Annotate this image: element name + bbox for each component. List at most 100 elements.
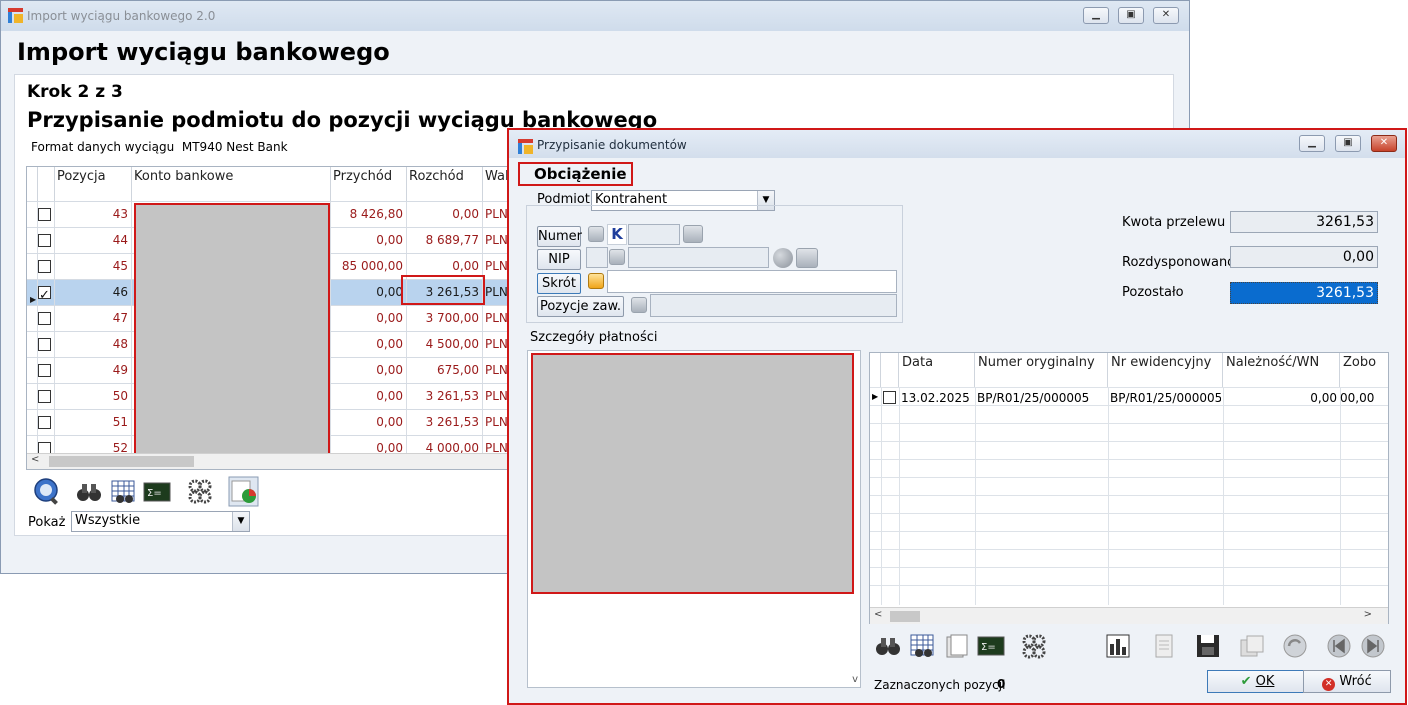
ok-button[interactable]: ✔ OK <box>1207 670 1308 693</box>
scroll-left-icon[interactable]: < <box>874 609 882 620</box>
row-checkbox[interactable] <box>38 234 51 247</box>
row-checkbox-cell <box>38 410 55 435</box>
scroll-down-icon[interactable]: v <box>852 674 858 685</box>
col-header-data[interactable]: Data <box>899 353 975 387</box>
row-checkbox[interactable] <box>38 416 51 429</box>
sum-icon[interactable]: Σ= <box>143 478 171 506</box>
col-header-waluta[interactable]: Wal <box>483 167 509 201</box>
binoculars-icon[interactable] <box>75 478 103 506</box>
col-header-przychod[interactable]: Przychód <box>331 167 407 201</box>
close-button[interactable]: ✕ <box>1153 7 1179 24</box>
highlight-amount-box <box>401 275 485 305</box>
minimize-button[interactable]: ▁ <box>1083 7 1109 24</box>
maximize-button[interactable]: ▣ <box>1118 7 1144 24</box>
first-record-icon[interactable] <box>1325 632 1353 660</box>
gears-icon[interactable] <box>1020 632 1048 660</box>
page-title: Import wyciągu bankowego <box>17 38 390 66</box>
row-checkbox[interactable] <box>38 260 51 273</box>
pozostalo-value: 3261,53 <box>1230 282 1378 304</box>
globe-icon[interactable] <box>773 248 793 268</box>
row-checkbox[interactable] <box>38 364 51 377</box>
col-header-pozycja[interactable]: Pozycja <box>55 167 132 201</box>
col-header-konto[interactable]: Konto bankowe <box>132 167 331 201</box>
show-filter-select[interactable]: Wszystkie ▼ <box>71 511 250 532</box>
documents-horizontal-scrollbar[interactable]: < > <box>870 607 1388 624</box>
redacted-account-column <box>134 203 330 455</box>
document-disabled-icon[interactable] <box>1150 632 1178 660</box>
nip-field[interactable] <box>628 247 769 268</box>
cell-cur: PLN <box>483 358 509 383</box>
selected-count-value: 0 <box>997 677 1006 691</box>
row-checkbox[interactable] <box>38 283 51 308</box>
grid-binoculars-icon[interactable] <box>110 478 138 506</box>
back-button[interactable]: ✕ Wróć <box>1303 670 1391 693</box>
bar-chart-icon[interactable] <box>1104 632 1132 660</box>
skrot-field[interactable] <box>607 270 897 293</box>
cell-expense: 3 261,53 <box>407 384 483 409</box>
refresh-disabled-icon[interactable] <box>1281 632 1309 660</box>
grid-line <box>870 441 1388 442</box>
pozycje-field[interactable] <box>650 294 897 317</box>
search-record-icon[interactable] <box>33 477 61 505</box>
grid-line <box>870 531 1388 532</box>
col-header-naleznosc[interactable]: Należność/WN <box>1223 353 1340 387</box>
row-checkbox[interactable] <box>38 390 51 403</box>
kwota-value: 3261,53 <box>1230 211 1378 233</box>
numer-field[interactable] <box>628 224 680 245</box>
pozostalo-label: Pozostało <box>1122 285 1184 300</box>
grid-line <box>870 549 1388 550</box>
pozycje-zaw-button[interactable]: Pozycje zaw. <box>537 296 624 317</box>
nip-lookup-icon[interactable] <box>609 249 625 265</box>
last-record-icon[interactable] <box>1359 632 1387 660</box>
copy-disabled-icon[interactable] <box>1238 632 1266 660</box>
col-header-numer-oryginalny[interactable]: Numer oryginalny <box>975 353 1108 387</box>
row-checkbox[interactable] <box>38 208 51 221</box>
save-icon[interactable] <box>1194 632 1222 660</box>
cell-pos: 48 <box>55 332 132 357</box>
skrot-lookup-icon[interactable] <box>588 273 604 289</box>
nip-button[interactable]: NIP <box>537 249 581 270</box>
grid-check-header <box>38 167 55 201</box>
row-checkbox-cell <box>38 332 55 357</box>
cell-date: 13.02.2025 <box>901 391 970 405</box>
dialog-maximize-button[interactable]: ▣ <box>1335 135 1361 152</box>
grid-horizontal-scrollbar[interactable]: < <box>27 453 509 469</box>
check-vat-icon[interactable] <box>796 248 818 268</box>
scroll-thumb[interactable] <box>49 456 194 467</box>
scroll-thumb[interactable] <box>890 611 920 622</box>
row-checkbox[interactable] <box>38 312 51 325</box>
cell-wn: 0,00 <box>1310 391 1337 405</box>
grid-binoculars-icon[interactable] <box>909 632 937 660</box>
chart-report-icon[interactable] <box>228 476 259 507</box>
col-header-zobowiazanie[interactable]: Zobo <box>1340 353 1388 387</box>
scroll-left-icon[interactable]: < <box>31 454 39 465</box>
pozycje-lookup-icon[interactable] <box>631 297 647 313</box>
row-indicator <box>27 202 38 227</box>
back-button-label: Wróć <box>1339 674 1372 689</box>
documents-grid[interactable]: Data Numer oryginalny Nr ewidencyjny Nal… <box>869 352 1389 624</box>
chevron-down-icon[interactable]: ▼ <box>232 512 249 531</box>
col-header-nr-ewidencyjny[interactable]: Nr ewidencyjny <box>1108 353 1223 387</box>
table-row[interactable]: ▶ 13.02.2025 BP/R01/25/000005 BP/R01/25/000… <box>870 389 1388 407</box>
row-checkbox[interactable] <box>883 391 896 404</box>
hand-icon[interactable] <box>683 225 703 243</box>
row-indicator: ▶ <box>27 280 38 305</box>
gears-icon[interactable] <box>186 477 214 505</box>
show-filter-value: Wszystkie <box>75 513 141 528</box>
binoculars-icon[interactable] <box>874 632 902 660</box>
cell-expense: 675,00 <box>407 358 483 383</box>
row-checkbox[interactable] <box>38 338 51 351</box>
cell-cur: PLN <box>483 306 509 331</box>
col-header-rozchod[interactable]: Rozchód <box>407 167 483 201</box>
dialog-minimize-button[interactable]: ▁ <box>1299 135 1325 152</box>
import-window-titlebar: Import wyciągu bankowego 2.0 ▁ ▣ ✕ <box>1 1 1189 31</box>
row-indicator <box>27 254 38 279</box>
scroll-right-icon[interactable]: > <box>1364 609 1372 620</box>
sum-icon[interactable]: Σ= <box>977 632 1005 660</box>
skrot-button[interactable]: Skrót <box>537 273 581 294</box>
numer-button[interactable]: Numer <box>537 226 582 247</box>
numer-lookup-icon[interactable] <box>588 226 604 242</box>
dialog-close-button[interactable]: ✕ <box>1371 135 1397 152</box>
document-stack-icon[interactable] <box>943 632 971 660</box>
nip-prefix-field[interactable] <box>586 247 608 268</box>
